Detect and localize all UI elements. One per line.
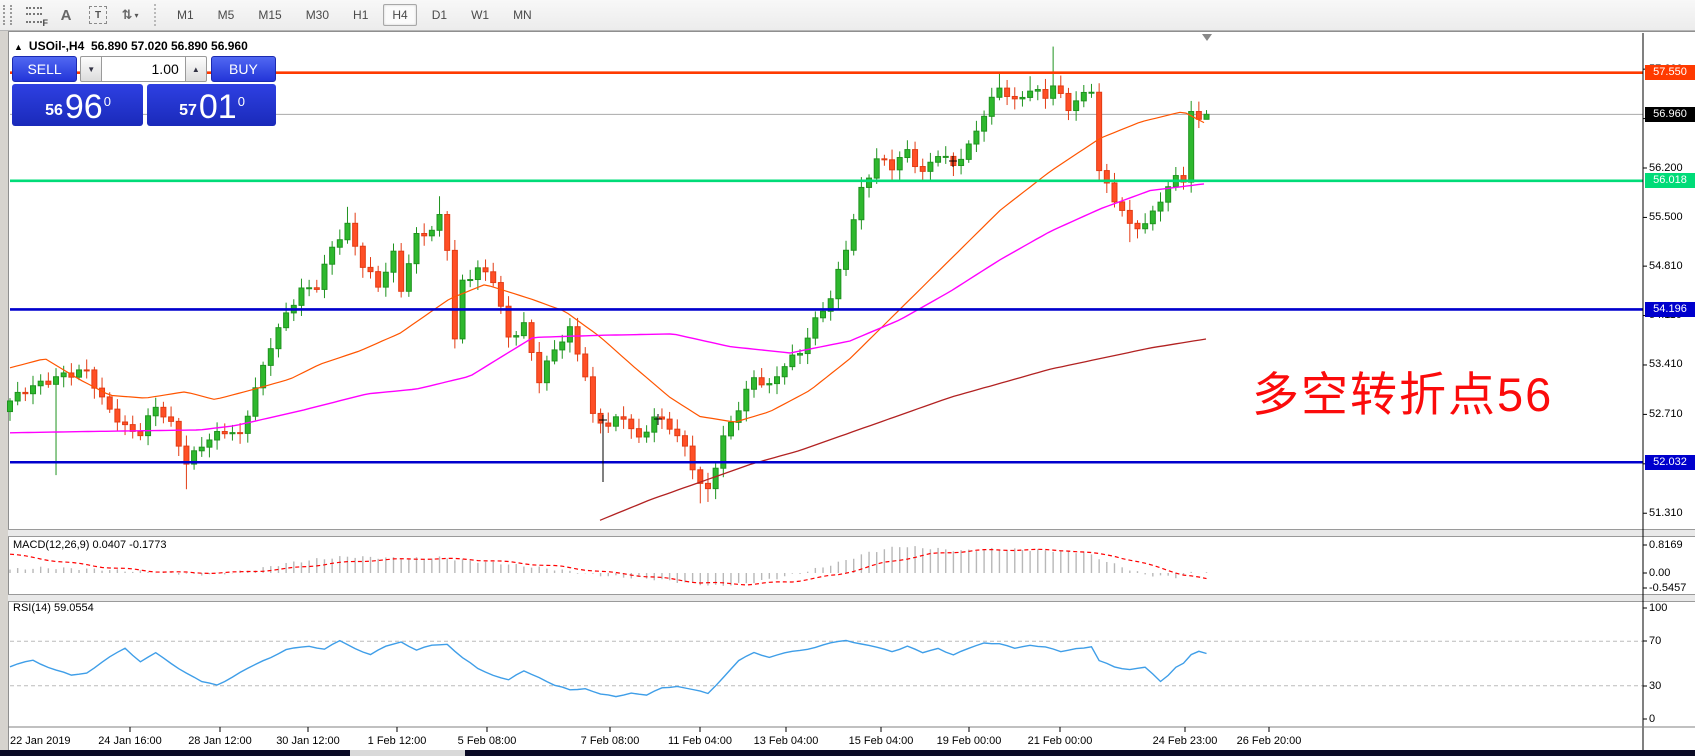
- price-level-badge: 54.196: [1645, 302, 1695, 317]
- date-tick-label: 21 Feb 00:00: [1028, 735, 1093, 747]
- symbol-period-label: USOil-,H4: [29, 39, 84, 53]
- indicator-tick-label: 0.00: [1649, 567, 1670, 579]
- price-tick-label: 55.500: [1649, 211, 1683, 223]
- timeframe-buttons: M1 M5M15 M30 H1 H4 D1 W1 MN: [165, 4, 544, 26]
- date-tick-label: 24 Jan 16:00: [98, 735, 162, 747]
- timeframe-button-m15[interactable]: M15: [249, 4, 290, 26]
- one-click-panel-toggle-icon[interactable]: ▲: [14, 42, 23, 52]
- indicator-tick-label: 0.8169: [1649, 539, 1683, 551]
- date-tick-label: 11 Feb 04:00: [668, 735, 732, 747]
- timeframe-button-m1[interactable]: M1: [168, 4, 203, 26]
- toolbar-grip-handle[interactable]: [3, 5, 12, 25]
- text-box-tool-icon[interactable]: T: [85, 4, 111, 26]
- arrows-icon: ⇅: [122, 7, 132, 23]
- indicator-tick-label: 0: [1649, 713, 1655, 725]
- rsi-line: [10, 641, 1207, 697]
- price-tick-label: 56.200: [1649, 162, 1683, 174]
- timeframe-button-h4[interactable]: H4: [383, 4, 416, 26]
- volume-input[interactable]: 1.00: [102, 56, 185, 82]
- indicator-grid-f-icon[interactable]: F: [21, 4, 47, 26]
- text-label-tool-icon[interactable]: A: [53, 4, 79, 26]
- price-tick-label: 53.410: [1649, 358, 1683, 370]
- date-tick-label: 7 Feb 08:00: [581, 735, 640, 747]
- rsi-label: RSI(14) 59.0554: [13, 602, 94, 614]
- price-tick-label: 51.310: [1649, 507, 1683, 519]
- buy-button[interactable]: BUY: [211, 56, 276, 82]
- sell-price-display[interactable]: 56 96 0: [12, 84, 143, 126]
- date-tick-label: 26 Feb 20:00: [1237, 735, 1302, 747]
- sell-button[interactable]: SELL: [12, 56, 77, 82]
- rsi-pane-layer: [10, 641, 1643, 697]
- date-tick-label: 22 Jan 2019: [10, 735, 71, 747]
- macd-pane-layer: [10, 546, 1207, 586]
- date-tick-label: 5 Feb 08:00: [458, 735, 517, 747]
- drawing-objects-layer: [599, 34, 1212, 482]
- chevron-down-icon: ▾: [134, 11, 138, 20]
- date-tick-label: 28 Jan 12:00: [188, 735, 252, 747]
- volume-decrease-button[interactable]: ▼: [80, 56, 102, 82]
- timeframe-button-w1[interactable]: W1: [462, 4, 498, 26]
- toolbar-separator: [154, 4, 157, 26]
- toolbar: F A T ⇅ ▾ M1 M5M15 M30 H1 H4 D1 W1 MN: [0, 0, 1695, 31]
- date-tick-label: 30 Jan 12:00: [276, 735, 340, 747]
- indicator-tick-label: 30: [1649, 680, 1661, 692]
- timeframe-button-h1[interactable]: H1: [344, 4, 377, 26]
- price-level-badge: 57.550: [1645, 65, 1695, 80]
- price-level-badge: 52.032: [1645, 455, 1695, 470]
- indicator-tick-label: -0.5457: [1649, 582, 1686, 594]
- chart-shift-marker-icon: [1202, 34, 1212, 41]
- buy-price-display[interactable]: 57 01 0: [147, 84, 276, 126]
- indicator-tick-label: 70: [1649, 635, 1661, 647]
- ohlc-values: 56.890 57.020 56.890 56.960: [91, 39, 248, 53]
- timeframe-button-m30[interactable]: M30: [297, 4, 338, 26]
- grid-icon: [26, 7, 42, 23]
- date-tick-label: 15 Feb 04:00: [849, 735, 914, 747]
- one-click-trading-panel: SELL ▼ 1.00 ▲ BUY 56 96 0 57 01 0: [12, 56, 276, 126]
- price-tick-label: 54.810: [1649, 260, 1683, 272]
- macd-label: MACD(12,26,9) 0.0407 -0.1773: [13, 539, 166, 551]
- price-tick-label: 52.710: [1649, 408, 1683, 420]
- date-tick-label: 24 Feb 23:00: [1153, 735, 1218, 747]
- ma-fast: [10, 112, 1204, 422]
- mt4-chart-window: F A T ⇅ ▾ M1 M5M15 M30 H1 H4 D1 W1 MN ▲ USOil-,H…: [0, 0, 1695, 756]
- indicator-tick-label: 100: [1649, 602, 1667, 614]
- chart-header: ▲ USOil-,H4 56.890 57.020 56.890 56.960: [14, 39, 248, 53]
- volume-increase-button[interactable]: ▲: [185, 56, 207, 82]
- chart-annotation-text: 多空转折点56: [1252, 356, 1553, 425]
- price-level-badge: 56.960: [1645, 107, 1695, 122]
- price-level-badge: 56.018: [1645, 173, 1695, 188]
- date-tick-label: 13 Feb 04:00: [754, 735, 819, 747]
- timeframe-button-mn[interactable]: MN: [504, 4, 541, 26]
- timeframe-button-m5[interactable]: M5: [209, 4, 244, 26]
- timeframe-button-d1[interactable]: D1: [423, 4, 456, 26]
- date-tick-label: 1 Feb 12:00: [368, 735, 427, 747]
- arrows-tool-dropdown[interactable]: ⇅ ▾: [117, 4, 143, 26]
- date-tick-label: 19 Feb 00:00: [937, 735, 1002, 747]
- macd-signal-line: [10, 549, 1207, 585]
- f-badge-label: F: [43, 18, 49, 28]
- ma-slow: [600, 339, 1206, 520]
